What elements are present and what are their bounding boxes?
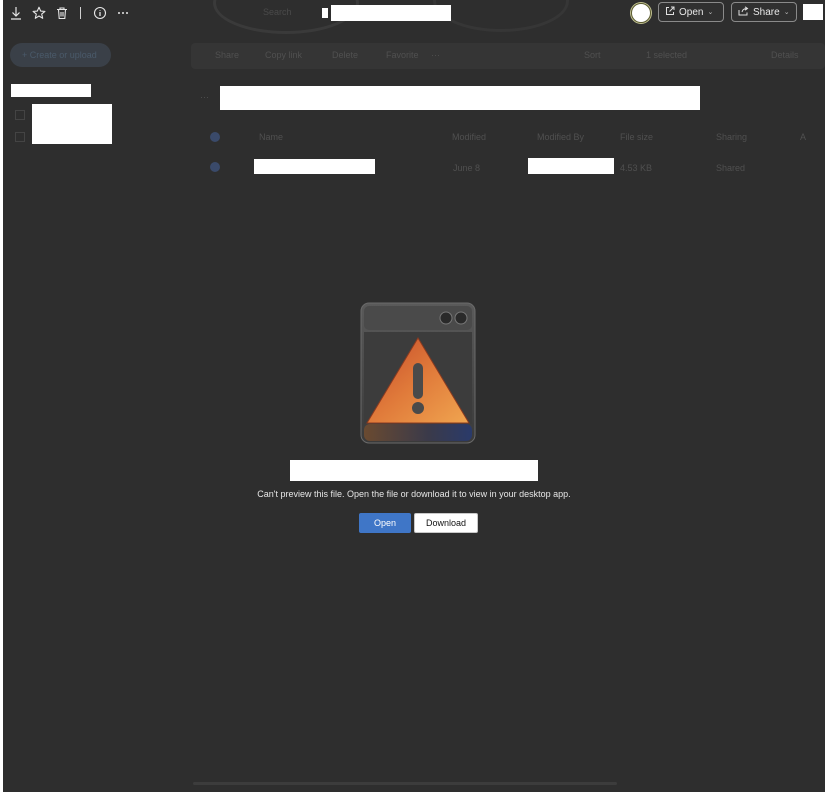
- share-menu-button[interactable]: Share ⌄: [731, 2, 797, 22]
- cmd-share: Share: [215, 50, 240, 60]
- row-modified-by-redacted: [528, 158, 614, 174]
- library-title-redacted: [220, 86, 700, 110]
- cmd-favorite: Favorite: [386, 50, 419, 60]
- nav-doc-icon: [15, 110, 25, 120]
- warning-window-icon: [359, 301, 477, 445]
- toolbar-divider: [80, 7, 81, 19]
- share-icon: [738, 5, 749, 19]
- nav-folder-icon: [15, 132, 25, 142]
- row-modified: June 8: [453, 163, 481, 173]
- row-sharing: Shared: [716, 163, 746, 173]
- open-menu-label: Open: [679, 6, 704, 18]
- share-menu-label: Share: [753, 6, 780, 18]
- nav-items-redacted: [32, 104, 112, 144]
- document-icon: [322, 8, 328, 18]
- info-icon[interactable]: [90, 3, 110, 23]
- cmd-sort: Sort: [584, 50, 601, 60]
- row-file-name-redacted: [254, 159, 375, 174]
- open-external-icon: [665, 6, 675, 19]
- row-size: 4.53 KB: [620, 163, 653, 173]
- file-title: [322, 5, 451, 21]
- col-name: Name: [259, 132, 284, 142]
- presence-avatar[interactable]: [631, 3, 651, 23]
- cmd-copy-link: Copy link: [265, 50, 303, 60]
- preview-error-message: Can't preview this file. Open the file o…: [257, 489, 571, 499]
- trash-icon[interactable]: [52, 3, 72, 23]
- col-modified: Modified: [452, 132, 487, 142]
- download-button[interactable]: Download: [414, 513, 478, 533]
- cmd-more: ···: [431, 50, 440, 60]
- breadcrumb-more: ···: [200, 92, 209, 102]
- col-file-size: File size: [620, 132, 654, 142]
- col-modified-by: Modified By: [537, 132, 585, 142]
- site-name-redacted: [11, 84, 91, 97]
- viewer-app: + Create or upload Share Copy link Delet…: [3, 0, 825, 792]
- chevron-down-icon: ⌄: [783, 9, 790, 16]
- viewer-toolbar: Search Open ⌄ Share ⌄: [3, 0, 825, 34]
- cmd-details: Details: [771, 50, 799, 60]
- cmd-delete: Delete: [332, 50, 359, 60]
- col-extra: A: [800, 132, 807, 142]
- cmd-selected: 1 selected: [646, 50, 688, 60]
- chevron-down-icon: ⌄: [707, 9, 714, 16]
- error-title-redacted: [290, 460, 538, 481]
- col-sharing: Sharing: [716, 132, 748, 142]
- select-all-check: [210, 132, 220, 142]
- download-icon[interactable]: [6, 3, 26, 23]
- file-name-redacted: [331, 5, 451, 21]
- profile-redacted[interactable]: [803, 4, 823, 20]
- open-menu-button[interactable]: Open ⌄: [658, 2, 724, 22]
- create-upload-button: + Create or upload: [10, 43, 111, 67]
- search-placeholder: Search: [263, 7, 292, 17]
- row-check: [210, 162, 220, 172]
- star-icon[interactable]: [29, 3, 49, 23]
- open-button[interactable]: Open: [359, 513, 411, 533]
- horizontal-scrollbar[interactable]: [193, 782, 617, 785]
- more-icon[interactable]: [113, 3, 133, 23]
